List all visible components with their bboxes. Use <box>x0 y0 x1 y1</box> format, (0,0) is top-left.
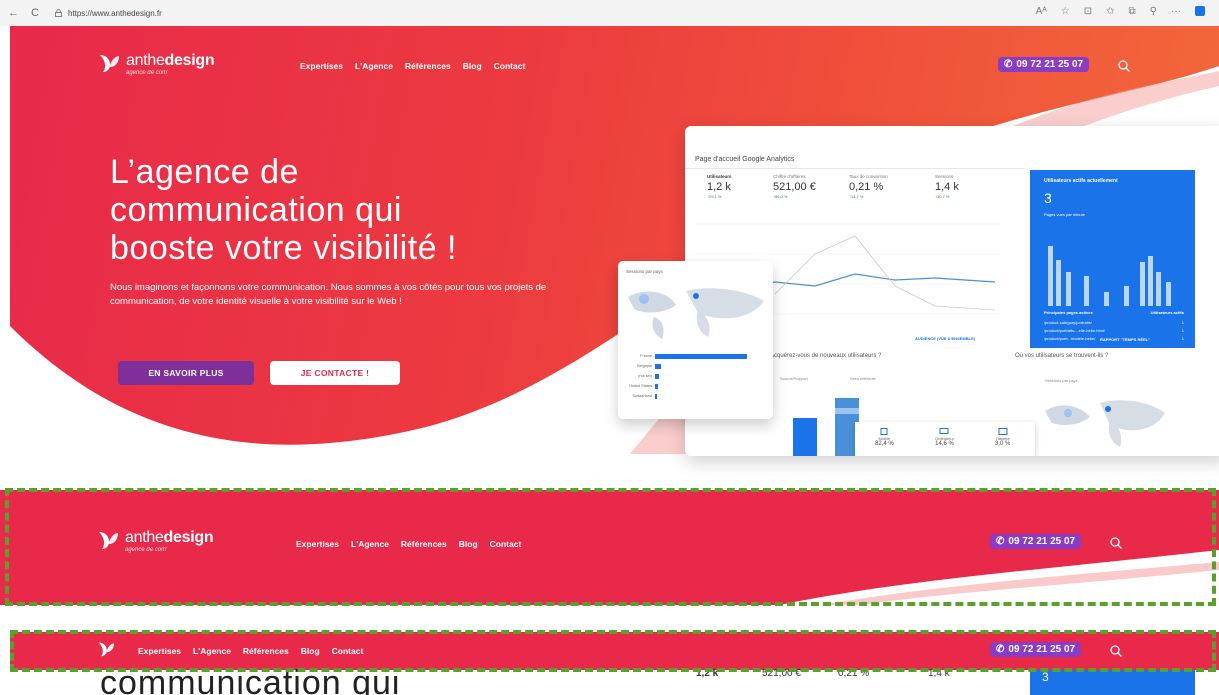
metric-label: Sessions <box>935 174 954 179</box>
profile-icon[interactable] <box>1195 6 1205 16</box>
realtime-panel-behind: 3 <box>1030 670 1195 695</box>
collections-icon[interactable]: ⧉ <box>1129 6 1136 17</box>
logo-leaf-icon <box>100 55 119 72</box>
location-question: Où vos utilisateurs se trouvent-ils ? <box>1015 353 1109 359</box>
source-label: Source/Support <box>780 376 808 381</box>
highlight-box-large-header <box>5 488 1216 606</box>
logo-prefix: anthe <box>126 52 165 69</box>
metric-delta: ↑56,0 % <box>773 194 788 199</box>
metric-value: 1,2 k <box>707 181 731 193</box>
menu-item-blog[interactable]: Blog <box>463 61 482 71</box>
metric-label: Taux de conversion <box>849 174 888 179</box>
hero-headline: L’agence de communication qui booste vot… <box>110 153 457 267</box>
menu-item-references[interactable]: Références <box>405 61 451 71</box>
logo-emphasis: design <box>164 52 215 69</box>
realtime-count: 3 <box>1044 190 1052 206</box>
realtime-title: Utilisateurs actifs actuellement <box>1044 178 1118 184</box>
world-map-icon <box>628 288 764 339</box>
metric-revenue: Chiffre d'affaires 521,00 € ↑56,0 % <box>773 174 816 199</box>
more-icon[interactable]: ··· <box>1171 6 1181 17</box>
sites-label: Sites référents <box>850 376 876 381</box>
metrics-behind-header: 1,2 k 521,00 € 0,21 % 1,4 k <box>688 668 1018 695</box>
sessions-map-card: Sessions par pays France Belgique (not s… <box>618 261 773 419</box>
menu-item-contact[interactable]: Contact <box>494 61 526 71</box>
browser-tools: Aᴬ ☆ ⊡ ✩ ⧉ ⚲ ··· <box>1036 6 1205 17</box>
tablet-icon <box>998 428 1008 435</box>
desktop-icon <box>939 428 949 434</box>
country-bars: France Belgique (not set) United States … <box>626 351 766 401</box>
mobile-icon <box>880 428 888 435</box>
logo-tagline: agence de com' <box>126 70 169 76</box>
main-menu: Expertises L'Agence Références Blog Cont… <box>300 61 525 71</box>
browser-toolbar: ← C https://www.anthedesign.fr Aᴬ ☆ ⊡ ✩ … <box>0 0 1219 26</box>
favorite-star-icon[interactable]: ☆ <box>1061 6 1070 17</box>
metric-delta: ↑30,7 % <box>935 194 950 199</box>
phone-number: 09 72 21 25 07 <box>1016 59 1084 70</box>
metric-delta: ↑29,1 % <box>707 194 722 199</box>
realtime-panel: Utilisateurs actifs actuellement 3 Pages… <box>1030 170 1195 348</box>
phone-icon: ✆ <box>1004 59 1013 70</box>
headline-line-2: communication qui <box>110 191 402 229</box>
devices-card: Mobile 82,4 % Ordinateur 14,6 % Tablette… <box>855 422 1035 456</box>
map-card-title: Sessions par pays <box>626 269 663 274</box>
audience-link[interactable]: AUDIENCE (VUE D'ENSEMBLE) <box>915 336 975 341</box>
metric-conversion: Taux de conversion 0,21 % ↑14,7 % <box>849 174 888 199</box>
headline-line-3: booste votre visibilité ! <box>110 229 457 267</box>
metric-delta: ↑14,7 % <box>849 194 864 199</box>
metric-value: 521,00 € <box>773 181 816 193</box>
favorites-icon[interactable]: ✩ <box>1106 6 1114 17</box>
contact-button[interactable]: JE CONTACTE ! <box>270 361 400 385</box>
phone-button[interactable]: ✆ 09 72 21 25 07 <box>998 57 1090 72</box>
learn-more-button[interactable]: EN SAVOIR PLUS <box>118 361 254 385</box>
menu-item-expertises[interactable]: Expertises <box>300 61 343 71</box>
extensions-icon[interactable]: ⚲ <box>1150 6 1157 17</box>
site-logo[interactable]: anthedesign agence de com' <box>98 52 215 76</box>
device-value: 82,4 % <box>875 441 894 447</box>
device-value: 14,6 % <box>935 441 954 447</box>
highlight-box-compact-header <box>10 630 1216 672</box>
metric-value: 0,21 % <box>849 181 884 193</box>
headline-line-1: L’agence de <box>110 153 299 191</box>
menu-item-agence[interactable]: L'Agence <box>355 61 393 71</box>
new-users-question: Acquérez-vous de nouveaux utilisateurs ? <box>770 353 882 359</box>
realtime-row: /product/portraits-...elle-bebe.html/1 <box>1044 328 1184 333</box>
address-bar[interactable]: https://www.anthedesign.fr <box>55 9 162 18</box>
metric-sessions: Sessions 1,4 k ↑30,7 % <box>935 174 959 199</box>
sessions-country-label: Sessions par pays <box>1045 378 1078 383</box>
hero-description: Nous imaginons et façonnons votre commun… <box>110 282 547 307</box>
realtime-subtitle: Pages vues par minute <box>1044 212 1085 217</box>
metric-label: Chiffre d'affaires <box>773 174 806 179</box>
realtime-table-header: Principales pages actives Utilisateurs ac… <box>1044 310 1184 315</box>
url-text[interactable]: https://www.anthedesign.fr <box>68 9 162 18</box>
world-map-small <box>1045 400 1165 447</box>
search-icon[interactable] <box>1118 60 1130 72</box>
lock-icon <box>55 9 62 17</box>
analytics-title: Page d'accueil Google Analytics <box>695 156 795 163</box>
read-aloud-icon[interactable]: Aᴬ <box>1036 6 1047 17</box>
back-icon[interactable]: ← <box>8 7 19 19</box>
metric-value: 1,4 k <box>935 181 959 193</box>
split-screen-icon[interactable]: ⊡ <box>1084 6 1092 17</box>
realtime-report-link[interactable]: RAPPORT "TEMPS RÉEL" <box>1100 337 1150 342</box>
device-value: 3,0 % <box>995 441 1011 447</box>
reload-icon[interactable]: C <box>31 7 39 19</box>
metric-label: Utilisateurs <box>707 174 732 179</box>
metric-users: Utilisateurs 1,2 k ↑29,1 % <box>707 174 732 199</box>
browser-nav: ← C <box>8 7 39 19</box>
realtime-row: /product-category/portraits/1 <box>1044 320 1184 325</box>
realtime-bars <box>1048 246 1171 306</box>
